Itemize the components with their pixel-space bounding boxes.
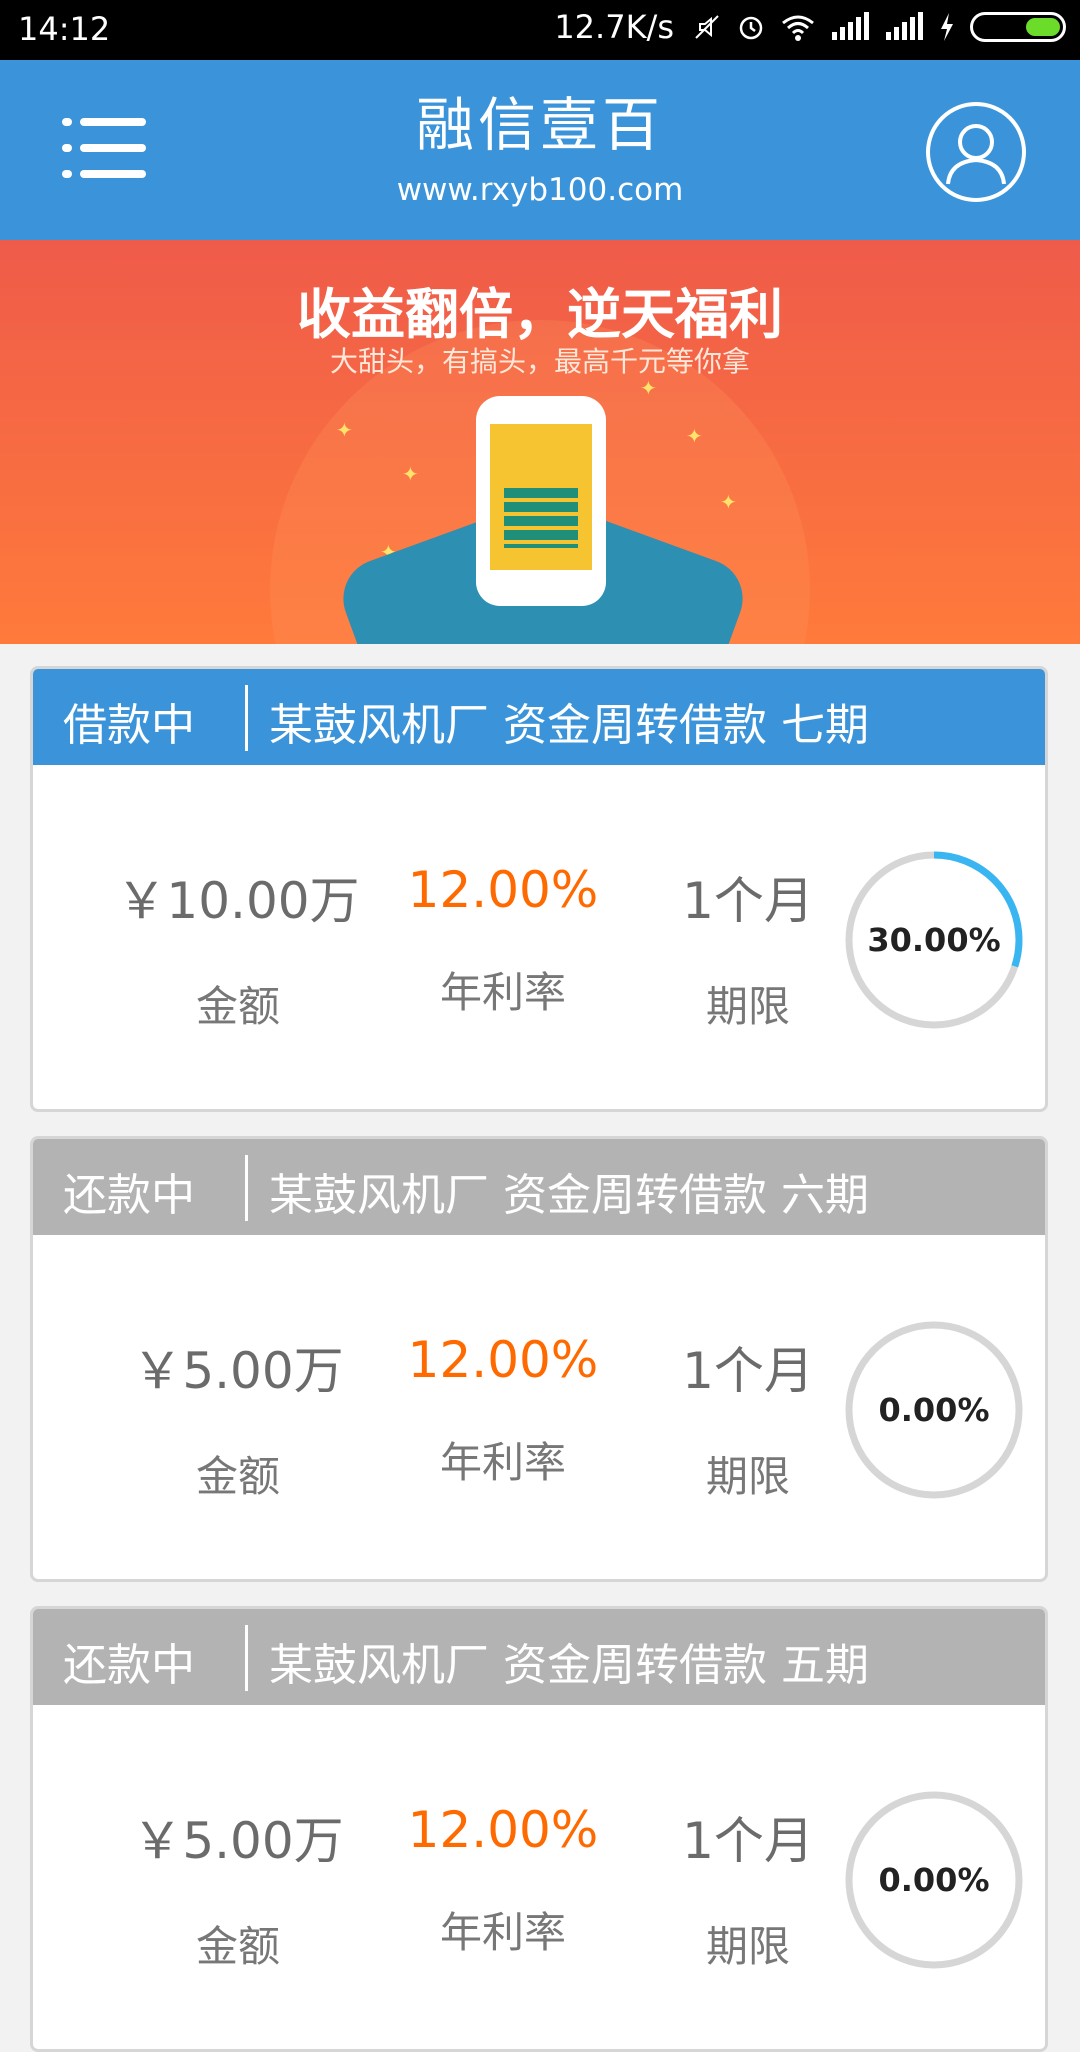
loan-name: 某鼓风机厂 资金周转借款 六期 [269, 1170, 869, 1221]
wifi-icon [782, 15, 814, 41]
rate-stat: 12.00% 年利率 [363, 1331, 643, 1490]
term-stat: 1个月 期限 [623, 861, 873, 1034]
term-stat: 1个月 期限 [623, 1801, 873, 1974]
amount-stat: ￥10.00万 金额 [73, 861, 403, 1034]
rate-stat: 12.00% 年利率 [363, 1801, 643, 1960]
app-title: 融信壹百 [415, 91, 664, 159]
loan-card-header: 还款中 某鼓风机厂 资金周转借款 五期 [33, 1609, 1045, 1705]
loan-status: 借款中 [63, 700, 195, 751]
progress-ring: 0.00% [841, 1787, 1027, 1973]
banner-subline: 大甜头，有搞头，最高千元等你拿 [329, 345, 750, 378]
loan-term: 1个月 [682, 1342, 814, 1400]
progress-percent: 0.00% [878, 1861, 990, 1899]
loan-amount: ￥5.00万 [132, 1342, 344, 1400]
loan-term: 1个月 [682, 872, 814, 930]
loan-card-header: 还款中 某鼓风机厂 资金周转借款 六期 [33, 1139, 1045, 1235]
rate-label: 年利率 [439, 1908, 566, 1957]
alarm-icon [739, 16, 763, 40]
promo-banner[interactable]: 收益翻倍，逆天福利 大甜头，有搞头，最高千元等你拿 ✦ ✦ ✦ ✦ ✦ ✦ [0, 240, 1080, 644]
loan-amount: ￥5.00万 [132, 1812, 344, 1870]
header-divider [245, 1625, 248, 1691]
mute-icon [695, 15, 719, 39]
progress-percent: 30.00% [867, 921, 1001, 959]
term-label: 期限 [705, 1922, 790, 1971]
progress-ring: 0.00% [841, 1317, 1027, 1503]
status-bar: 14:12 12.7K/s [0, 0, 1080, 60]
loan-rate: 12.00% [407, 861, 599, 919]
amount-label: 金额 [195, 1922, 280, 1971]
progress-percent: 0.00% [878, 1391, 990, 1429]
loan-card-header: 借款中 某鼓风机厂 资金周转借款 七期 [33, 669, 1045, 765]
banner-headline: 收益翻倍，逆天福利 [297, 283, 783, 346]
header-divider [245, 685, 248, 751]
progress-ring: 30.00% [841, 847, 1027, 1033]
phone-illustration [476, 396, 606, 606]
loan-rate: 12.00% [407, 1331, 599, 1389]
loan-card[interactable]: 还款中 某鼓风机厂 资金周转借款 六期 ￥5.00万 金额 12.00% 年利率… [30, 1136, 1048, 1582]
amount-label: 金额 [195, 982, 280, 1031]
amount-stat: ￥5.00万 金额 [73, 1331, 403, 1504]
charging-icon [941, 13, 953, 41]
app-url: www.rxyb100.com [396, 172, 684, 208]
rate-label: 年利率 [439, 968, 566, 1017]
loan-amount: ￥10.00万 [116, 872, 360, 930]
loan-name: 某鼓风机厂 资金周转借款 七期 [269, 700, 869, 751]
status-icons: 12.7K/s [554, 8, 1066, 46]
network-speed: 12.7K/s [554, 8, 674, 46]
loan-term: 1个月 [682, 1812, 814, 1870]
loan-status: 还款中 [63, 1170, 195, 1221]
battery-icon [970, 12, 1066, 42]
amount-label: 金额 [195, 1452, 280, 1501]
status-time: 14:12 [18, 10, 111, 48]
amount-stat: ￥5.00万 金额 [73, 1801, 403, 1974]
rate-label: 年利率 [439, 1438, 566, 1487]
rate-stat: 12.00% 年利率 [363, 861, 643, 1020]
app-header: 融信壹百 www.rxyb100.com [0, 60, 1080, 240]
loan-rate: 12.00% [407, 1801, 599, 1859]
signal-icon [886, 12, 923, 40]
loan-status: 还款中 [63, 1640, 195, 1691]
signal-icon [832, 12, 869, 40]
term-stat: 1个月 期限 [623, 1331, 873, 1504]
term-label: 期限 [705, 1452, 790, 1501]
loan-name: 某鼓风机厂 资金周转借款 五期 [269, 1640, 869, 1691]
user-profile-icon[interactable] [926, 102, 1026, 202]
loan-card[interactable]: 借款中 某鼓风机厂 资金周转借款 七期 ￥10.00万 金额 12.00% 年利… [30, 666, 1048, 1112]
term-label: 期限 [705, 982, 790, 1031]
header-divider [245, 1155, 248, 1221]
loan-card[interactable]: 还款中 某鼓风机厂 资金周转借款 五期 ￥5.00万 金额 12.00% 年利率… [30, 1606, 1048, 2052]
